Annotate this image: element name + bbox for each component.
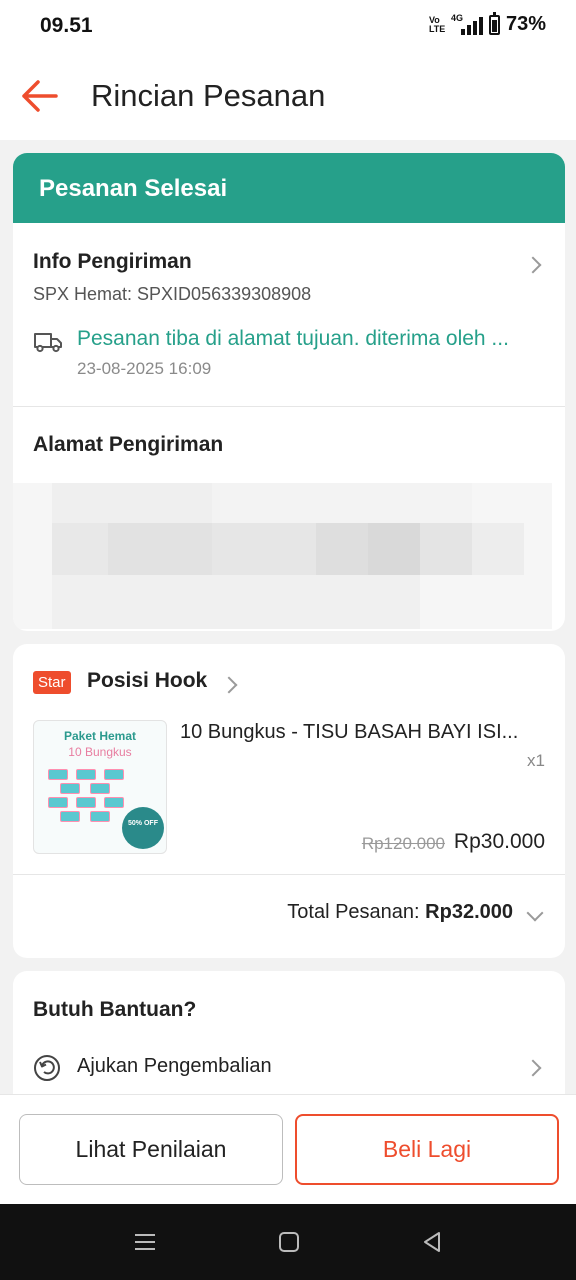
buy-again-button[interactable]: Beli Lagi (295, 1114, 559, 1185)
help-card: Butuh Bantuan? Ajukan Pengembalian (13, 971, 565, 1111)
chevron-down-icon (526, 904, 544, 922)
home-icon[interactable] (278, 1231, 300, 1253)
shipping-datetime: 23-08-2025 16:09 (77, 359, 212, 378)
order-status-banner: Pesanan Selesai (13, 153, 565, 223)
view-rating-button[interactable]: Lihat Penilaian (19, 1114, 283, 1185)
product-card: Star Posisi Hook Paket Hemat 10 Bungkus … (13, 644, 565, 958)
signal-icon: 4G (450, 12, 483, 35)
shipping-status: Pesanan tiba di alamat tujuan. diterima … (77, 327, 509, 350)
chevron-right-icon (220, 676, 238, 694)
courier-tracking: SPX Hemat: SPXID056339308908 (33, 284, 312, 304)
product-quantity: x1 (527, 751, 545, 770)
product-thumbnail[interactable]: Paket Hemat 10 Bungkus 50% OFF (33, 720, 167, 854)
shop-header[interactable]: Star Posisi Hook (13, 644, 565, 704)
divider (13, 406, 565, 407)
chevron-right-icon (524, 1059, 542, 1077)
status-time: 09.51 (40, 14, 93, 37)
truck-icon (34, 333, 62, 353)
return-label: Ajukan Pengembalian (77, 1055, 272, 1077)
order-total-value: Rp32.000 (425, 901, 513, 923)
thumbnail-title: Paket Hemat (63, 729, 137, 743)
return-icon (34, 1055, 60, 1081)
chevron-right-icon (524, 256, 542, 274)
back-button[interactable] (20, 78, 60, 114)
menu-icon[interactable] (133, 1232, 157, 1252)
order-total-label: Total Pesanan: (287, 901, 420, 923)
shop-name: Posisi Hook (87, 669, 208, 692)
back-nav-icon[interactable] (421, 1231, 443, 1253)
product-name: 10 Bungkus - TISU BASAH BAYI ISI... (180, 721, 519, 743)
return-request-row[interactable]: Ajukan Pengembalian (13, 1041, 565, 1097)
order-status-label: Pesanan Selesai (39, 175, 228, 202)
thumbnail-subtitle: 10 Bungkus (68, 745, 132, 759)
order-info-card: Pesanan Selesai Info Pengiriman SPX Hema… (13, 153, 565, 631)
system-nav-bar (0, 1204, 576, 1280)
bottom-action-bar: Lihat Penilaian Beli Lagi (0, 1094, 576, 1204)
original-price: Rp120.000 (361, 834, 445, 853)
address-title: Alamat Pengiriman (33, 433, 224, 456)
volte-icon: Vo LTE (428, 14, 446, 34)
discount-badge: 50% OFF (122, 807, 164, 849)
help-title: Butuh Bantuan? (33, 998, 197, 1021)
status-bar: 09.51 Vo LTE 4G 73% (0, 0, 576, 52)
page-title: Rincian Pesanan (91, 78, 326, 113)
product-price: Rp30.000 (453, 830, 545, 853)
battery-percent: 73% (505, 13, 546, 35)
network-type: 4G (450, 12, 463, 23)
star-seller-badge: Star (33, 671, 71, 694)
back-arrow-icon (22, 80, 58, 112)
order-total: Total Pesanan: Rp32.000 (287, 901, 513, 924)
battery-icon (488, 11, 500, 35)
address-redacted (13, 483, 552, 629)
status-icons: Vo LTE 4G 73% (428, 11, 546, 36)
shipping-info-title: Info Pengiriman (33, 250, 192, 273)
app-header: Rincian Pesanan (0, 52, 576, 140)
order-total-row[interactable]: Total Pesanan: Rp32.000 (13, 875, 565, 958)
